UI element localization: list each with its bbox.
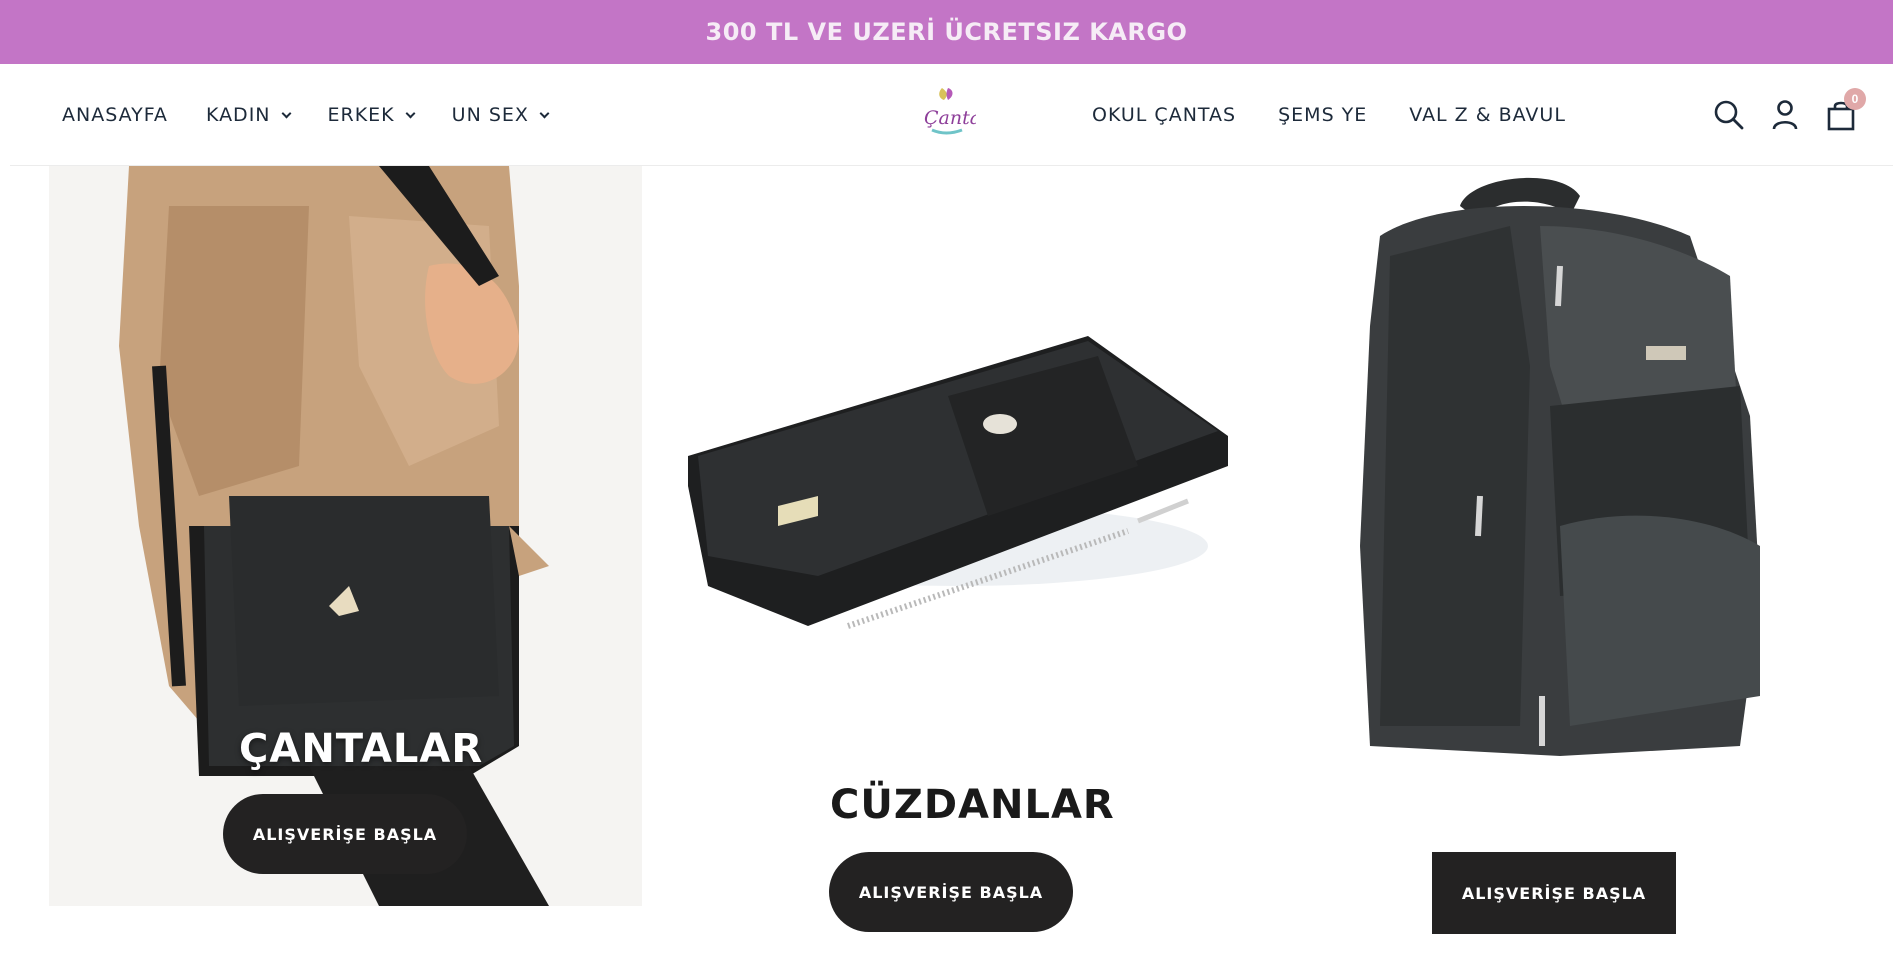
nav-item-erkek[interactable]: ERKEK <box>327 104 416 126</box>
nav-item-label: OKUL ÇANTAS <box>1092 104 1237 126</box>
announcement-bar: 300 TL VE UZERİ ÜCRETSIZ KARGO <box>0 0 1893 64</box>
cart-count-badge: 0 <box>1844 88 1866 110</box>
nav-item-valiz-bavul[interactable]: VAL Z & BAVUL <box>1409 104 1566 126</box>
card-title-bags: ÇANTALAR <box>239 726 484 772</box>
shop-button-bags[interactable]: ALIŞVERİŞE BAŞLA <box>223 794 467 874</box>
search-button[interactable] <box>1712 98 1746 132</box>
category-card-bags[interactable]: ÇANTALAR ALIŞVERİŞE BAŞLA <box>49 166 642 906</box>
nav-item-label: KADIN <box>205 104 271 126</box>
site-header: ANASAYFA KADIN ERKEK UN SEX Çanta OKUL Ç… <box>10 64 1893 166</box>
nav-item-okul-cantasi[interactable]: OKUL ÇANTAS <box>1092 104 1236 126</box>
nav-item-label: VAL Z & BAVUL <box>1409 104 1566 126</box>
main-nav-right: OKUL ÇANTAS ŞEMS YE VAL Z & BAVUL <box>1092 64 1608 166</box>
main-nav-left: ANASAYFA KADIN ERKEK UN SEX <box>62 64 586 166</box>
logo-text: Çanta <box>924 107 976 129</box>
shop-button-backpacks[interactable]: ALIŞVERİŞE BAŞLA <box>1432 852 1676 934</box>
logo-icon: Çanta <box>924 88 981 135</box>
search-icon <box>1714 100 1744 130</box>
nav-item-anasayfa[interactable]: ANASAYFA <box>62 104 168 126</box>
cart-button[interactable]: 0 <box>1824 88 1866 132</box>
wallet-product-image <box>688 336 1228 629</box>
user-icon <box>1772 100 1798 130</box>
nav-item-kadin[interactable]: KADIN <box>205 104 291 126</box>
chevron-down-icon <box>539 108 550 118</box>
header-icons: 0 <box>1712 64 1880 166</box>
announcement-text: 300 TL VE UZERİ ÜCRETSIZ KARGO <box>705 18 1188 46</box>
nav-item-unisex[interactable]: UN SEX <box>451 104 550 126</box>
nav-item-semsiye[interactable]: ŞEMS YE <box>1278 104 1367 126</box>
nav-item-label: ŞEMS YE <box>1278 104 1368 126</box>
site-logo[interactable]: Çanta <box>918 84 981 144</box>
shop-button-wallets[interactable]: ALIŞVERİŞE BAŞLA <box>829 852 1073 932</box>
chevron-down-icon <box>281 108 291 118</box>
backpack-product-image <box>1360 177 1760 756</box>
card-title-wallets: CÜZDANLAR <box>830 782 1115 828</box>
category-card-wallets[interactable]: CÜZDANLAR ALIŞVERİŞE BAŞLA <box>668 166 1246 932</box>
account-button[interactable] <box>1768 98 1802 132</box>
nav-item-label: ERKEK <box>327 104 395 126</box>
category-card-backpacks[interactable]: ALIŞVERİŞE BAŞLA <box>1330 166 1890 934</box>
chevron-down-icon <box>405 108 416 118</box>
nav-item-label: ANASAYFA <box>62 104 168 126</box>
nav-item-label: UN SEX <box>451 104 529 126</box>
